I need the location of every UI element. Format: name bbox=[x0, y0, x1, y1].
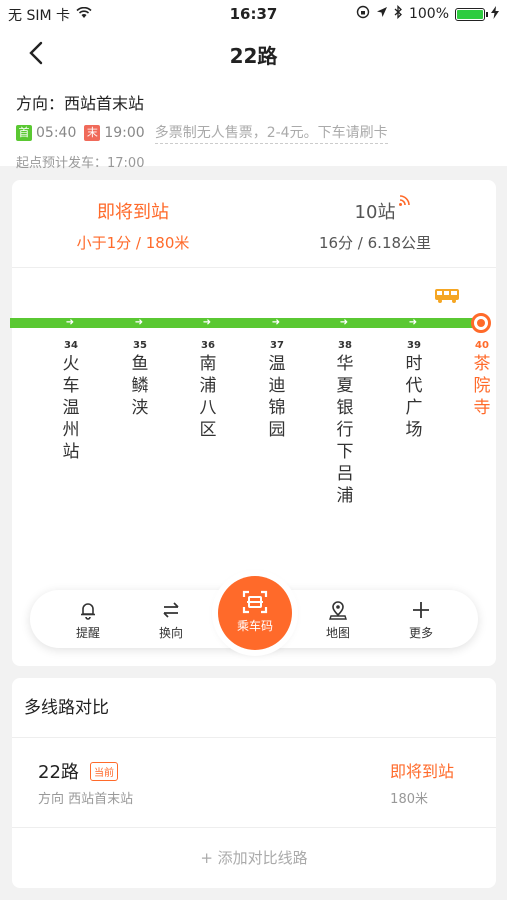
location-icon bbox=[376, 6, 388, 22]
action-toolbar: 提醒 换向 乘车码 地图 更多 bbox=[30, 576, 478, 650]
stop-name: 南浦八区 bbox=[199, 354, 217, 440]
map-label: 地图 bbox=[325, 626, 350, 640]
realtime-card: 即将到站 小于1分 / 180米 10站 16分 / 6.18公里 ➜ ➜ ➜ … bbox=[10, 180, 497, 666]
bluetooth-icon bbox=[394, 4, 403, 23]
stop-item[interactable]: 34 火车温州站 bbox=[56, 340, 86, 463]
stop-number: 36 bbox=[201, 340, 215, 351]
more-button[interactable]: 更多 bbox=[391, 600, 451, 641]
nav-bar: 22路 bbox=[0, 28, 507, 78]
remind-label: 提醒 bbox=[75, 626, 100, 640]
realtime-signal-icon bbox=[398, 190, 411, 211]
bell-icon bbox=[58, 600, 118, 620]
stop-name: 茶院寺 bbox=[473, 354, 491, 418]
first-bus-time: 05:40 bbox=[36, 125, 77, 141]
ride-code-button[interactable]: 乘车码 bbox=[218, 576, 292, 650]
ride-code-label: 乘车码 bbox=[236, 619, 273, 633]
direction-arrow-icon: ➜ bbox=[339, 317, 349, 328]
arrival-second[interactable]: 10站 16分 / 6.18公里 bbox=[254, 195, 496, 253]
departure-prediction: 起点预计发车：17:00 bbox=[16, 156, 145, 171]
plus-icon bbox=[391, 600, 451, 620]
stop-number: 38 bbox=[338, 340, 352, 351]
direction-arrow-icon: ➜ bbox=[134, 317, 144, 328]
stop-name: 华夏银行下吕浦 bbox=[336, 354, 354, 506]
current-badge: 当前 bbox=[90, 762, 118, 781]
compare-header: 多线路对比 bbox=[12, 678, 496, 738]
route-info: 方向：西站首末站 首 05:40 末 19:00 多票制无人售票，2-4元。下车… bbox=[0, 78, 507, 171]
map-pin-icon bbox=[308, 600, 368, 620]
stop-number: 34 bbox=[64, 340, 78, 351]
stop-item[interactable]: 35 鱼鳞浃 bbox=[125, 340, 155, 419]
last-bus-tag: 末 bbox=[84, 125, 101, 141]
fare-note[interactable]: 多票制无人售票，2-4元。下车请刷卡 bbox=[154, 122, 388, 144]
direction-arrow-icon: ➜ bbox=[408, 317, 418, 328]
compare-card: 多线路对比 22路 当前 方向 西站首末站 即将到站 180米 + 添加对比线路 bbox=[12, 678, 496, 888]
arrival-first-status: 即将到站 bbox=[97, 202, 169, 223]
direction-arrow-icon: ➜ bbox=[271, 317, 281, 328]
lock-rotation-icon bbox=[356, 5, 370, 23]
status-bar: 无 SIM 卡 16:37 100% bbox=[0, 0, 507, 28]
switch-direction-button[interactable]: 换向 bbox=[141, 600, 201, 641]
stop-item-current[interactable]: 40 茶院寺 bbox=[467, 340, 497, 419]
page-title: 22路 bbox=[229, 44, 278, 68]
compare-line-direction: 方向 西站首末站 bbox=[38, 792, 134, 807]
more-label: 更多 bbox=[408, 626, 433, 640]
compare-line-status: 即将到站 bbox=[389, 762, 454, 781]
stop-number: 40 bbox=[475, 340, 489, 351]
stop-item[interactable]: 38 华夏银行下吕浦 bbox=[330, 340, 360, 507]
stop-number: 35 bbox=[133, 340, 147, 351]
stop-number: 39 bbox=[407, 340, 421, 351]
arrival-summary: 即将到站 小于1分 / 180米 10站 16分 / 6.18公里 bbox=[12, 180, 496, 268]
direction-arrow-icon: ➜ bbox=[65, 317, 75, 328]
stop-item[interactable]: 37 温迪锦园 bbox=[262, 340, 292, 441]
bus-icon bbox=[434, 288, 460, 308]
arrival-second-status: 10站 bbox=[354, 202, 396, 223]
stop-item[interactable]: 39 时代广场 bbox=[399, 340, 429, 441]
arrival-second-detail: 16分 / 6.18公里 bbox=[318, 234, 432, 252]
map-button[interactable]: 地图 bbox=[308, 600, 368, 641]
first-bus-tag: 首 bbox=[16, 125, 32, 141]
stop-item[interactable]: 36 南浦八区 bbox=[193, 340, 223, 441]
compare-line-name: 22路 bbox=[38, 762, 79, 783]
direction-arrow-icon: ➜ bbox=[202, 317, 212, 328]
compare-line-row[interactable]: 22路 当前 方向 西站首末站 即将到站 180米 bbox=[12, 738, 496, 828]
swap-icon bbox=[141, 600, 201, 620]
route-diagram: ➜ ➜ ➜ ➜ ➜ ➜ 34 火车温州站 35 鱼鳞浃 36 南浦八区 37 温… bbox=[10, 268, 497, 518]
route-direction: 方向：西站首末站 bbox=[16, 94, 145, 113]
stop-name: 时代广场 bbox=[405, 354, 423, 440]
arrival-first[interactable]: 即将到站 小于1分 / 180米 bbox=[12, 198, 254, 253]
charging-icon bbox=[491, 5, 499, 23]
battery-icon bbox=[455, 7, 488, 21]
stop-number: 37 bbox=[270, 340, 284, 351]
switch-label: 换向 bbox=[158, 626, 183, 640]
stop-name: 鱼鳞浃 bbox=[131, 354, 149, 418]
battery-percent: 100% bbox=[408, 6, 449, 22]
last-bus-time: 19:00 bbox=[104, 125, 145, 141]
current-stop-marker-icon bbox=[471, 313, 491, 333]
add-compare-line-button[interactable]: + 添加对比线路 bbox=[12, 828, 496, 888]
remind-button[interactable]: 提醒 bbox=[58, 600, 118, 641]
service-times: 首 05:40 末 19:00 多票制无人售票，2-4元。下车请刷卡 bbox=[16, 122, 507, 144]
stop-name: 火车温州站 bbox=[62, 354, 80, 462]
arrival-first-detail: 小于1分 / 180米 bbox=[76, 234, 190, 252]
stop-name: 温迪锦园 bbox=[268, 354, 286, 440]
arrival-second-status-wrap: 10站 bbox=[354, 195, 410, 224]
compare-line-distance: 180米 bbox=[390, 792, 428, 807]
qr-scan-icon bbox=[218, 590, 292, 614]
